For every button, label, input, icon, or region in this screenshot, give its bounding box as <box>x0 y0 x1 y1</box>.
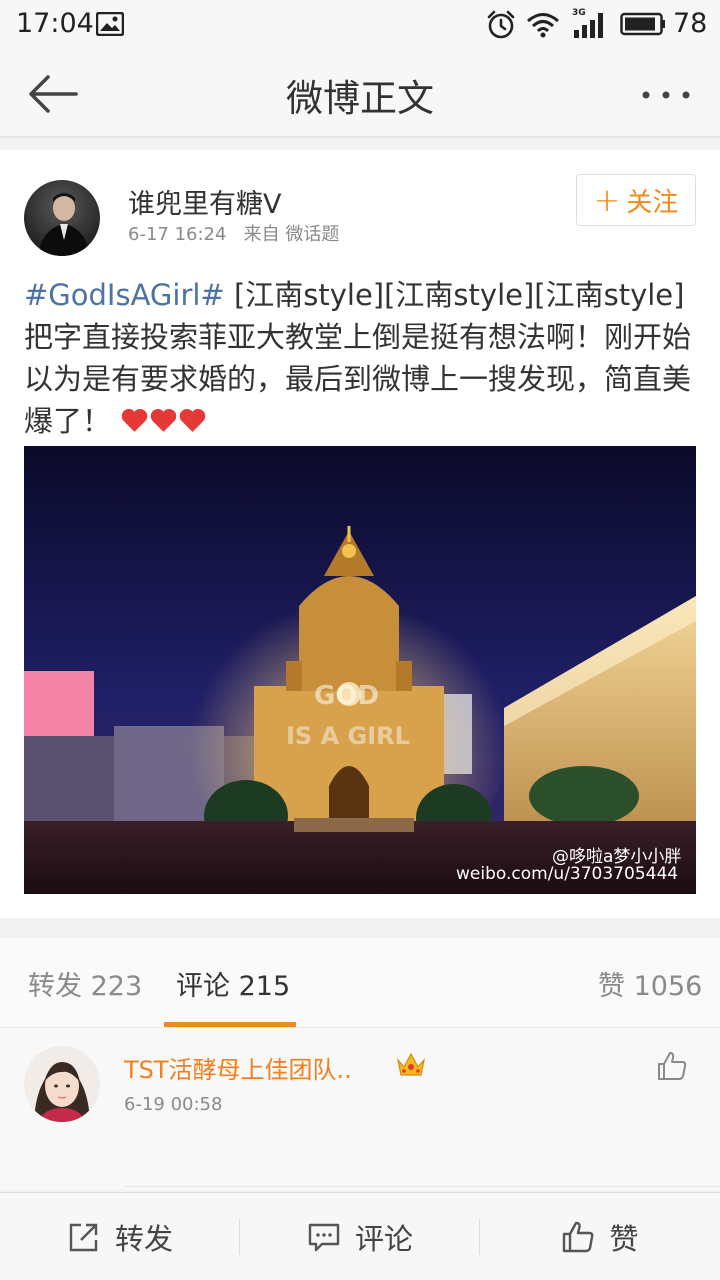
comment-icon <box>308 1223 340 1252</box>
tab-comment-label: 评论 <box>176 971 230 1002</box>
tab-repost-label: 转发 <box>28 971 82 1002</box>
share-icon <box>69 1223 98 1252</box>
post-source[interactable]: 微话题 <box>285 224 339 245</box>
projected-text-god: GOD <box>314 681 379 711</box>
nav-bar: 微博正文 <box>0 50 720 138</box>
projected-text-girl: IS A GIRL <box>286 722 410 750</box>
follow-button[interactable]: + 关注 <box>576 174 696 226</box>
heart-icon <box>179 409 206 432</box>
battery-level: 78 <box>673 8 708 39</box>
engagement-tabs: 转发 223 评论 215 赞 1056 <box>0 938 720 1028</box>
author-avatar[interactable] <box>24 180 100 256</box>
commenter-avatar[interactable] <box>24 1046 100 1122</box>
signal-icon <box>574 13 603 38</box>
comment-label: 评论 <box>354 1222 413 1256</box>
commenter-name[interactable]: TST活酵母上佳团队.. <box>124 1050 352 1085</box>
post-meta: 6-17 16:24 来自 微话题 <box>128 220 339 246</box>
hashtag-link[interactable]: #GodIsAGirl# <box>24 278 225 312</box>
tab-comment[interactable]: 评论 215 <box>176 964 290 1003</box>
heart-icon <box>121 409 148 432</box>
more-icon[interactable] <box>636 80 696 110</box>
heart-icon <box>150 409 177 432</box>
watermark-url: weibo.com/u/3703705444 <box>456 864 679 884</box>
thumbs-up-icon <box>563 1221 594 1253</box>
battery-icon <box>620 12 665 36</box>
alarm-icon <box>487 10 515 39</box>
like-button[interactable]: 赞 <box>480 1193 720 1280</box>
divider <box>124 1186 720 1187</box>
tab-like[interactable]: 赞 1056 <box>598 964 702 1003</box>
source-prefix: 来自 <box>243 224 280 245</box>
tab-like-label: 赞 <box>598 971 625 1002</box>
bottom-action-bar: 转发 评论 赞 <box>0 1192 720 1280</box>
repost-button[interactable]: 转发 <box>0 1193 240 1280</box>
post-image[interactable]: GOD IS A GIRL @哆啦a梦小小胖 weibo.com/u/37037… <box>24 446 696 894</box>
repost-label: 转发 <box>114 1222 173 1256</box>
status-bar: 17:04 3G 78 <box>0 0 720 50</box>
plus-icon: + <box>593 181 621 219</box>
post-card: 谁兜里有糖V 6-17 16:24 来自 微话题 + 关注 #GodIsAGir… <box>0 150 720 918</box>
tab-repost[interactable]: 转发 223 <box>28 964 142 1003</box>
comment-button[interactable]: 评论 <box>240 1193 480 1280</box>
tab-comment-count: 215 <box>238 971 291 1002</box>
follow-label: 关注 <box>626 187 679 218</box>
post-text: #GodIsAGirl# [江南style][江南style][江南style]… <box>24 274 700 444</box>
tab-like-count: 1056 <box>633 971 703 1002</box>
hearts-emoji <box>120 402 207 444</box>
image-icon <box>96 12 124 36</box>
thumbs-up-icon[interactable] <box>656 1050 688 1082</box>
comment-item: TST活酵母上佳团队.. 6-19 00:58 <box>0 1028 720 1190</box>
comment-time: 6-19 00:58 <box>124 1094 223 1115</box>
wifi-icon <box>527 13 559 38</box>
tab-repost-count: 223 <box>90 971 143 1002</box>
post-date: 6-17 16:24 <box>128 224 227 245</box>
active-tab-indicator <box>164 1022 296 1027</box>
author-name[interactable]: 谁兜里有糖V <box>128 182 281 221</box>
crown-icon <box>396 1052 426 1076</box>
page-title: 微博正文 <box>286 77 434 120</box>
status-time: 17:04 <box>16 8 94 39</box>
like-label: 赞 <box>609 1222 639 1256</box>
